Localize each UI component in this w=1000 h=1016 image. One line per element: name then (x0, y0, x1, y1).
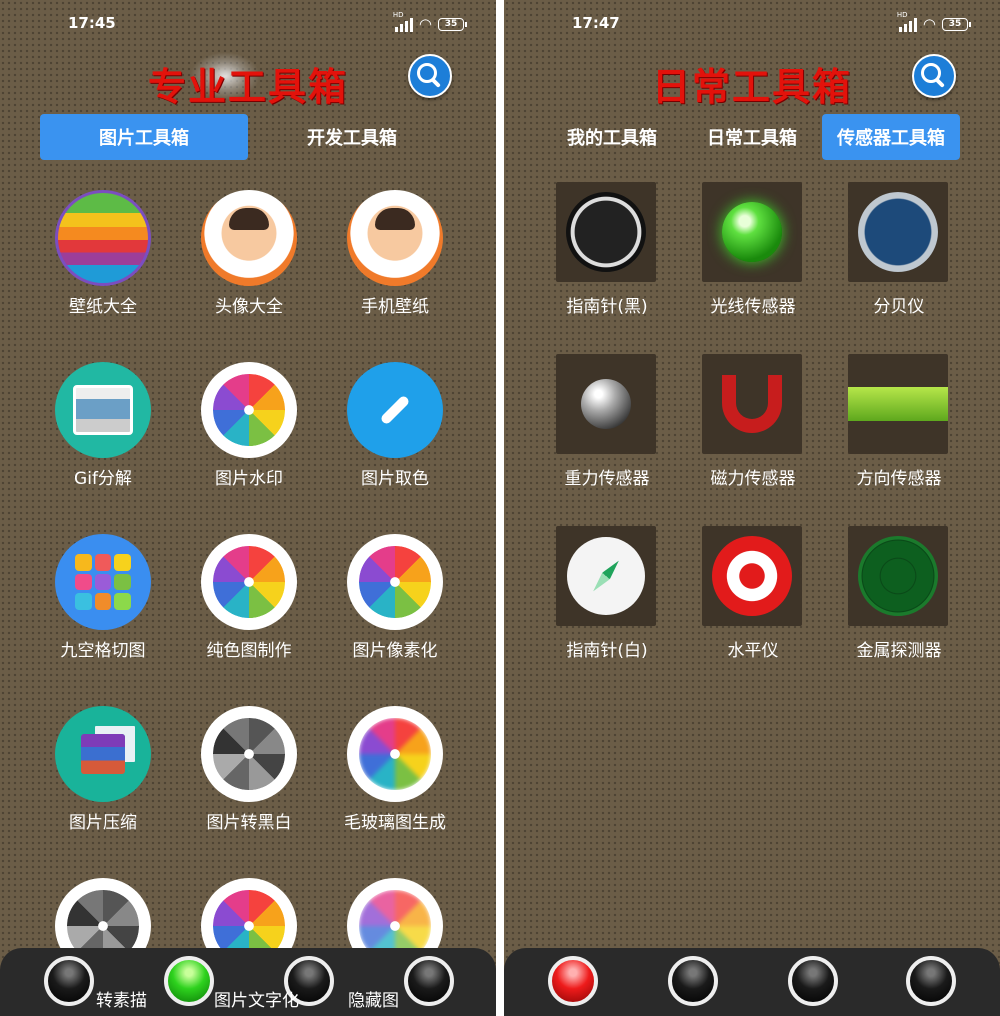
target-icon (702, 526, 802, 626)
tool-item[interactable]: 图片水印 (176, 352, 322, 502)
screen-divider (496, 0, 504, 1016)
photos-flower-gray-icon (201, 706, 297, 802)
eyedropper-icon (347, 362, 443, 458)
grid-nine-icon (55, 534, 151, 630)
tool-label: 图片像素化 (352, 641, 438, 661)
nav-ball-button[interactable] (44, 956, 94, 1006)
tool-label: 分贝仪 (873, 297, 925, 317)
status-icons: HD ◠ 35 (393, 11, 467, 34)
nav-ball-button[interactable] (164, 956, 214, 1006)
avatar-icon (347, 190, 443, 286)
tool-label: 指南针(黑) (566, 297, 648, 317)
tool-label: 水平仪 (727, 641, 779, 661)
gif-icon (55, 362, 151, 458)
status-bar: 17:45 HD ◠ 35 (0, 0, 496, 48)
tab-image-tools[interactable]: 图片工具箱 (40, 114, 248, 160)
status-time: 17:45 (68, 14, 116, 32)
tool-item[interactable]: 图片像素化 (322, 524, 468, 674)
tool-item[interactable]: 图片压缩 (30, 696, 176, 846)
tool-item[interactable]: 磁力传感器 (680, 352, 826, 502)
tool-item[interactable]: 图片取色 (322, 352, 468, 502)
tab-daily-tools[interactable]: 日常工具箱 (690, 114, 814, 160)
tool-item[interactable]: 指南针(黑) (534, 180, 680, 330)
signal-icon: HD (393, 11, 413, 32)
tool-item[interactable]: 九空格切图 (30, 524, 176, 674)
tool-label-partial: 转素描 (96, 991, 147, 1011)
tool-label: 磁力传感器 (710, 469, 796, 489)
tool-item[interactable]: 手机壁纸 (322, 180, 468, 330)
tab-bar: 我的工具箱 日常工具箱 传感器工具箱 (504, 114, 1000, 160)
signal-icon: HD (897, 11, 917, 32)
bottom-nav (504, 948, 1000, 1016)
tool-item[interactable]: 金属探测器 (826, 524, 972, 674)
nav-ball-button[interactable] (788, 956, 838, 1006)
photos-flower-icon (201, 362, 297, 458)
battery-icon: 35 (438, 17, 467, 31)
tool-item[interactable]: 图片转黑白 (176, 696, 322, 846)
spirit-level-icon (848, 354, 948, 454)
tool-label-partial: 图片文字化 (214, 991, 299, 1011)
tool-item[interactable]: 重力传感器 (534, 352, 680, 502)
magnet-icon (702, 354, 802, 454)
tool-label: 图片压缩 (69, 813, 137, 833)
search-button[interactable] (408, 54, 452, 98)
wifi-icon: ◠ (922, 15, 936, 33)
nav-ball-button[interactable] (668, 956, 718, 1006)
tool-item[interactable]: 指南针(白) (534, 524, 680, 674)
right-screen: 17:47 HD ◠ 35 日常工具箱 我的工具箱 日常工具箱 传感器工具箱 指… (504, 0, 1000, 1016)
tool-item[interactable]: 分贝仪 (826, 180, 972, 330)
tool-label: 图片转黑白 (206, 813, 292, 833)
tool-item[interactable]: 光线传感器 (680, 180, 826, 330)
apple-wallpaper-icon (55, 190, 151, 286)
gauge-icon (848, 182, 948, 282)
nav-ball-button[interactable] (906, 956, 956, 1006)
tool-label: 金属探测器 (856, 641, 942, 661)
battery-icon: 35 (942, 17, 971, 31)
tool-label: 手机壁纸 (361, 297, 429, 317)
tab-bar: 图片工具箱 开发工具箱 (0, 114, 496, 160)
tool-label: 毛玻璃图生成 (344, 813, 446, 833)
tool-label: 方向传感器 (856, 469, 942, 489)
tool-label: 头像大全 (215, 297, 283, 317)
zip-archive-icon (55, 706, 151, 802)
tool-label: 纯色图制作 (206, 641, 292, 661)
left-screen: 17:45 HD ◠ 35 专业工具箱 图片工具箱 开发工具箱 壁纸大全 头像大… (0, 0, 496, 1016)
tool-item[interactable]: 壁纸大全 (30, 180, 176, 330)
avatar-icon (201, 190, 297, 286)
compass-white-icon (556, 526, 656, 626)
search-button[interactable] (912, 54, 956, 98)
status-bar: 17:47 HD ◠ 35 (504, 0, 1000, 48)
tool-label: Gif分解 (74, 469, 132, 489)
status-time: 17:47 (572, 14, 620, 32)
wifi-icon: ◠ (418, 15, 432, 33)
tab-sensor-tools[interactable]: 传感器工具箱 (822, 114, 960, 160)
tool-item[interactable]: 毛玻璃图生成 (322, 696, 468, 846)
tool-label: 图片取色 (361, 469, 429, 489)
compass-black-icon (556, 182, 656, 282)
tool-label: 九空格切图 (60, 641, 146, 661)
tab-my-tools[interactable]: 我的工具箱 (550, 114, 674, 160)
nav-ball-button[interactable] (404, 956, 454, 1006)
photos-flower-icon (347, 534, 443, 630)
tool-label: 光线传感器 (710, 297, 796, 317)
tool-label: 重力传感器 (564, 469, 650, 489)
tool-item[interactable]: 方向传感器 (826, 352, 972, 502)
nav-ball-button[interactable] (548, 956, 598, 1006)
radar-icon (848, 526, 948, 626)
tool-item[interactable]: 水平仪 (680, 524, 826, 674)
photos-flower-icon (201, 534, 297, 630)
photos-flower-blur-icon (347, 706, 443, 802)
tool-label: 图片水印 (215, 469, 283, 489)
tool-label: 指南针(白) (566, 641, 648, 661)
tool-item[interactable]: Gif分解 (30, 352, 176, 502)
crystal-ball-icon (702, 182, 802, 282)
tab-dev-tools[interactable]: 开发工具箱 (248, 114, 456, 160)
tool-item[interactable]: 头像大全 (176, 180, 322, 330)
tool-label-partial: 隐藏图 (348, 991, 399, 1011)
metal-ball-icon (556, 354, 656, 454)
tool-label: 壁纸大全 (69, 297, 137, 317)
tool-item[interactable]: 纯色图制作 (176, 524, 322, 674)
status-icons: HD ◠ 35 (897, 11, 971, 34)
